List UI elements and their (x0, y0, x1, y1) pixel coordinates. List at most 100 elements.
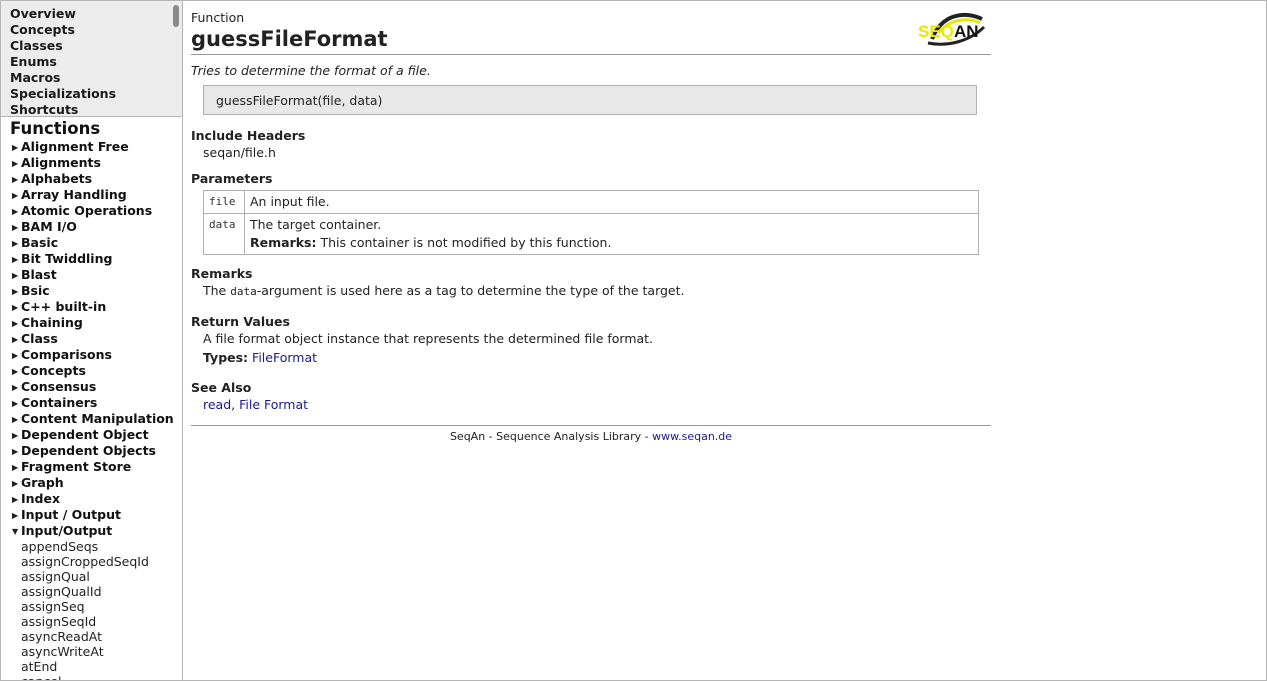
expand-triangle-icon[interactable]: ▶ (12, 412, 21, 427)
expand-triangle-icon[interactable]: ▶ (12, 380, 21, 395)
remarks-text: The data-argument is used here as a tag … (203, 282, 991, 300)
footer-divider (191, 425, 991, 426)
sidebar-category[interactable]: ▶ Chaining (12, 315, 182, 331)
parameters-table: file An input file. data The target cont… (203, 190, 979, 255)
sidebar-category[interactable]: ▶ Containers (12, 395, 182, 411)
fileformat-link[interactable]: FileFormat (252, 350, 317, 365)
sidebar-function-link[interactable]: assignSeqId (12, 614, 182, 629)
sidebar-category-label: Content Manipulation (21, 411, 174, 426)
sidebar-category-label: Graph (21, 475, 64, 490)
see-also-links: read, File Format (203, 396, 991, 413)
expand-triangle-icon[interactable]: ▶ (12, 396, 21, 411)
file-format-link[interactable]: File Format (239, 397, 308, 412)
sidebar-category[interactable]: ▶ Bsic (12, 283, 182, 299)
sidebar-category[interactable]: ▶ Index (12, 491, 182, 507)
sidebar-category-label: Fragment Store (21, 459, 132, 474)
nav-overview[interactable]: Overview (10, 6, 182, 22)
collapse-triangle-icon[interactable]: ▼ (12, 524, 21, 539)
sidebar-category[interactable]: ▶ Input / Output (12, 507, 182, 523)
expand-triangle-icon[interactable]: ▶ (12, 204, 21, 219)
expand-triangle-icon[interactable]: ▶ (12, 268, 21, 283)
sidebar-category[interactable]: ▶ Bit Twiddling (12, 251, 182, 267)
expand-triangle-icon[interactable]: ▶ (12, 444, 21, 459)
sidebar-function-link[interactable]: cancel (12, 674, 182, 680)
expand-triangle-icon[interactable]: ▶ (12, 236, 21, 251)
expand-triangle-icon[interactable]: ▶ (12, 252, 21, 267)
sidebar-category-expanded[interactable]: ▼ Input/Output (12, 523, 182, 539)
sidebar-category-label: Containers (21, 395, 98, 410)
include-header-value: seqan/file.h (203, 145, 276, 160)
sidebar-category[interactable]: ▶ Dependent Object (12, 427, 182, 443)
param-desc: An input file. (244, 190, 979, 214)
sidebar-category-label: Comparisons (21, 347, 112, 362)
expand-triangle-icon[interactable]: ▶ (12, 188, 21, 203)
expand-triangle-icon[interactable]: ▶ (12, 220, 21, 235)
seqan-website-link[interactable]: www.seqan.de (652, 430, 732, 443)
sidebar-category-label: Dependent Object (21, 427, 149, 442)
param-remarks: Remarks: This container is not modified … (250, 234, 973, 252)
sidebar-function-link[interactable]: assignQual (12, 569, 182, 584)
expand-triangle-icon[interactable]: ▶ (12, 508, 21, 523)
svg-text:SEQ: SEQ (918, 22, 954, 41)
sidebar-category[interactable]: ▶ Content Manipulation (12, 411, 182, 427)
nav-specializations[interactable]: Specializations (10, 86, 182, 102)
sidebar-function-link[interactable]: asyncWriteAt (12, 644, 182, 659)
expand-triangle-icon[interactable]: ▶ (12, 332, 21, 347)
param-name: file (203, 190, 245, 214)
nav-concepts[interactable]: Concepts (10, 22, 182, 38)
expand-triangle-icon[interactable]: ▶ (12, 364, 21, 379)
param-remarks-text: This container is not modified by this f… (320, 235, 612, 250)
sidebar-category[interactable]: ▶ Consensus (12, 379, 182, 395)
expand-triangle-icon[interactable]: ▶ (12, 284, 21, 299)
sidebar-category[interactable]: ▶ BAM I/O (12, 219, 182, 235)
sidebar-function-link[interactable]: asyncReadAt (12, 629, 182, 644)
sidebar-category[interactable]: ▶ Blast (12, 267, 182, 283)
parameters-heading: Parameters (191, 171, 273, 186)
sidebar-function-link[interactable]: assignSeq (12, 599, 182, 614)
sidebar-function-link[interactable]: appendSeqs (12, 539, 182, 554)
expand-triangle-icon[interactable]: ▶ (12, 300, 21, 315)
sidebar-scrollbar[interactable] (173, 5, 179, 27)
sidebar-category-label: Alignments (21, 155, 101, 170)
sidebar-category-label: C++ built-in (21, 299, 107, 314)
sidebar-category[interactable]: ▶ Comparisons (12, 347, 182, 363)
nav-enums[interactable]: Enums (10, 54, 182, 70)
return-values-desc: A file format object instance that repre… (203, 331, 654, 346)
title-divider (191, 54, 991, 55)
expand-triangle-icon[interactable]: ▶ (12, 348, 21, 363)
sidebar-category[interactable]: ▶ Fragment Store (12, 459, 182, 475)
expand-triangle-icon[interactable]: ▶ (12, 156, 21, 171)
expand-triangle-icon[interactable]: ▶ (12, 492, 21, 507)
seqan-logo[interactable]: SEQ AN (918, 9, 990, 49)
sidebar-category[interactable]: ▶ Alignments (12, 155, 182, 171)
expand-triangle-icon[interactable]: ▶ (12, 476, 21, 491)
sidebar-function-link[interactable]: atEnd (12, 659, 182, 674)
sidebar-category[interactable]: ▶ Concepts (12, 363, 182, 379)
sidebar-category[interactable]: ▶ Dependent Objects (12, 443, 182, 459)
sidebar-function-link[interactable]: assignQualId (12, 584, 182, 599)
entity-kind: Function (191, 10, 245, 25)
sidebar-category[interactable]: ▶ C++ built-in (12, 299, 182, 315)
expand-triangle-icon[interactable]: ▶ (12, 172, 21, 187)
remarks-code: data (230, 285, 257, 298)
nav-macros[interactable]: Macros (10, 70, 182, 86)
sidebar-category[interactable]: ▶ Alignment Free (12, 139, 182, 155)
sidebar-category[interactable]: ▶ Atomic Operations (12, 203, 182, 219)
sidebar-category[interactable]: ▶ Array Handling (12, 187, 182, 203)
nav-shortcuts[interactable]: Shortcuts (10, 102, 182, 118)
expand-triangle-icon[interactable]: ▶ (12, 140, 21, 155)
expand-triangle-icon[interactable]: ▶ (12, 460, 21, 475)
sidebar-category-label: Dependent Objects (21, 443, 156, 458)
main-content: Function guessFileFormat SEQ AN Tries to… (191, 1, 991, 443)
types-label: Types: (203, 350, 249, 365)
sidebar-category[interactable]: ▶ Basic (12, 235, 182, 251)
nav-classes[interactable]: Classes (10, 38, 182, 54)
param-name: data (203, 213, 245, 255)
sidebar-category[interactable]: ▶ Graph (12, 475, 182, 491)
expand-triangle-icon[interactable]: ▶ (12, 316, 21, 331)
sidebar-function-link[interactable]: assignCroppedSeqId (12, 554, 182, 569)
sidebar-category[interactable]: ▶ Class (12, 331, 182, 347)
read-link[interactable]: read (203, 397, 231, 412)
sidebar-category[interactable]: ▶ Alphabets (12, 171, 182, 187)
expand-triangle-icon[interactable]: ▶ (12, 428, 21, 443)
